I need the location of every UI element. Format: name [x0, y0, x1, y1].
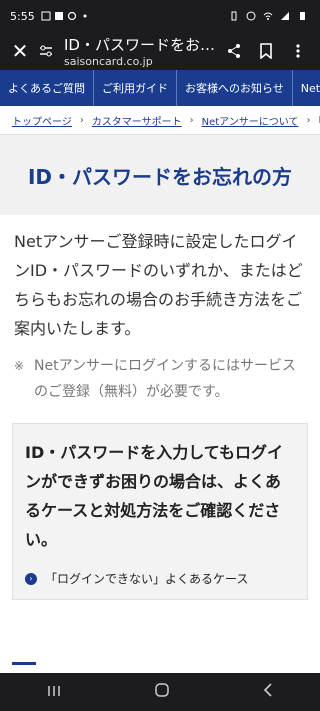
- nav-item-notices[interactable]: お客様へのお知らせ: [177, 70, 293, 106]
- home-icon: [155, 683, 169, 697]
- system-nav-bar: [0, 673, 320, 711]
- tune-icon: [40, 45, 52, 57]
- nav-item-guide[interactable]: ご利用ガイド: [94, 70, 177, 106]
- site-nav: よくあるご質問 ご利用ガイド お客様へのお知らせ Net: [0, 70, 320, 106]
- login-cases-link-label: 「ログインできない」よくあるケース: [45, 572, 249, 586]
- dot-notification-icon: [80, 11, 90, 21]
- wifi-icon: [263, 11, 273, 21]
- chevron-right-icon: ›: [189, 114, 194, 126]
- breadcrumb: トップページ › カスタマーサポート › Netアンサーについて › ID: [0, 106, 320, 135]
- breadcrumb-top[interactable]: トップページ: [12, 113, 72, 128]
- help-box: ID・パスワードを入力してもログインができずお困りの場合は、よくあるケースと対処…: [12, 423, 308, 600]
- login-cases-link[interactable]: › 「ログインできない」よくあるケース: [25, 570, 295, 587]
- alarm-icon: [246, 11, 256, 21]
- section-accent-bar: [12, 662, 36, 665]
- more-menu-button[interactable]: [282, 35, 314, 67]
- breadcrumb-support[interactable]: カスタマーサポート: [92, 113, 182, 128]
- note-mark: ※: [14, 359, 25, 373]
- breadcrumb-net-answer[interactable]: Netアンサーについて: [202, 113, 299, 128]
- status-time: 5:55: [10, 9, 35, 23]
- chevron-right-icon: ›: [306, 114, 311, 126]
- page-tab-title: ID・パスワードをお…: [64, 36, 215, 54]
- browser-toolbar: ✕ ID・パスワードをお… saisoncard.co.jp: [0, 32, 320, 70]
- page-title: ID・パスワードをお忘れの方: [27, 164, 293, 189]
- home-button[interactable]: [154, 682, 170, 702]
- help-box-heading: ID・パスワードを入力してもログインができずお困りの場合は、よくあるケースと対処…: [25, 443, 283, 549]
- bookmark-icon: [260, 43, 272, 59]
- arrow-circle-icon: ›: [25, 572, 37, 585]
- bookmark-button[interactable]: [250, 35, 282, 67]
- page-header: ID・パスワードをお忘れの方: [0, 135, 320, 215]
- recent-apps-button[interactable]: [46, 683, 62, 702]
- close-tab-button[interactable]: ✕: [6, 39, 34, 63]
- nav-item-net[interactable]: Net: [293, 70, 320, 106]
- nav-item-faq[interactable]: よくあるご質問: [0, 70, 94, 106]
- image-notification-icon: [54, 11, 64, 21]
- browser-title-area[interactable]: ID・パスワードをお… saisoncard.co.jp: [64, 34, 218, 68]
- intro-text: Netアンサーご登録時に設定したログインID・パスワードのいずれか、またはどちら…: [14, 232, 303, 338]
- signal-icon: [280, 11, 290, 21]
- back-icon: [263, 683, 272, 697]
- share-icon: [228, 44, 240, 58]
- battery-icon: [297, 11, 307, 21]
- recent-apps-icon: [48, 685, 60, 696]
- more-vert-icon: [296, 44, 300, 58]
- status-bar: 5:55: [0, 0, 320, 32]
- registration-note: ※ Netアンサーにログインするにはサービスのご登録（無料）が必要です。: [0, 343, 320, 405]
- note-text: Netアンサーにログインするにはサービスのご登録（無料）が必要です。: [34, 358, 297, 400]
- share-button[interactable]: [218, 35, 250, 67]
- vibrate-icon: [229, 11, 239, 21]
- chevron-right-icon: ›: [79, 114, 84, 126]
- page-url: saisoncard.co.jp: [64, 55, 153, 68]
- site-settings-button[interactable]: [34, 39, 58, 63]
- gallery-notification-icon: [41, 11, 51, 21]
- back-button[interactable]: [262, 682, 274, 702]
- sync-notification-icon: [67, 11, 77, 21]
